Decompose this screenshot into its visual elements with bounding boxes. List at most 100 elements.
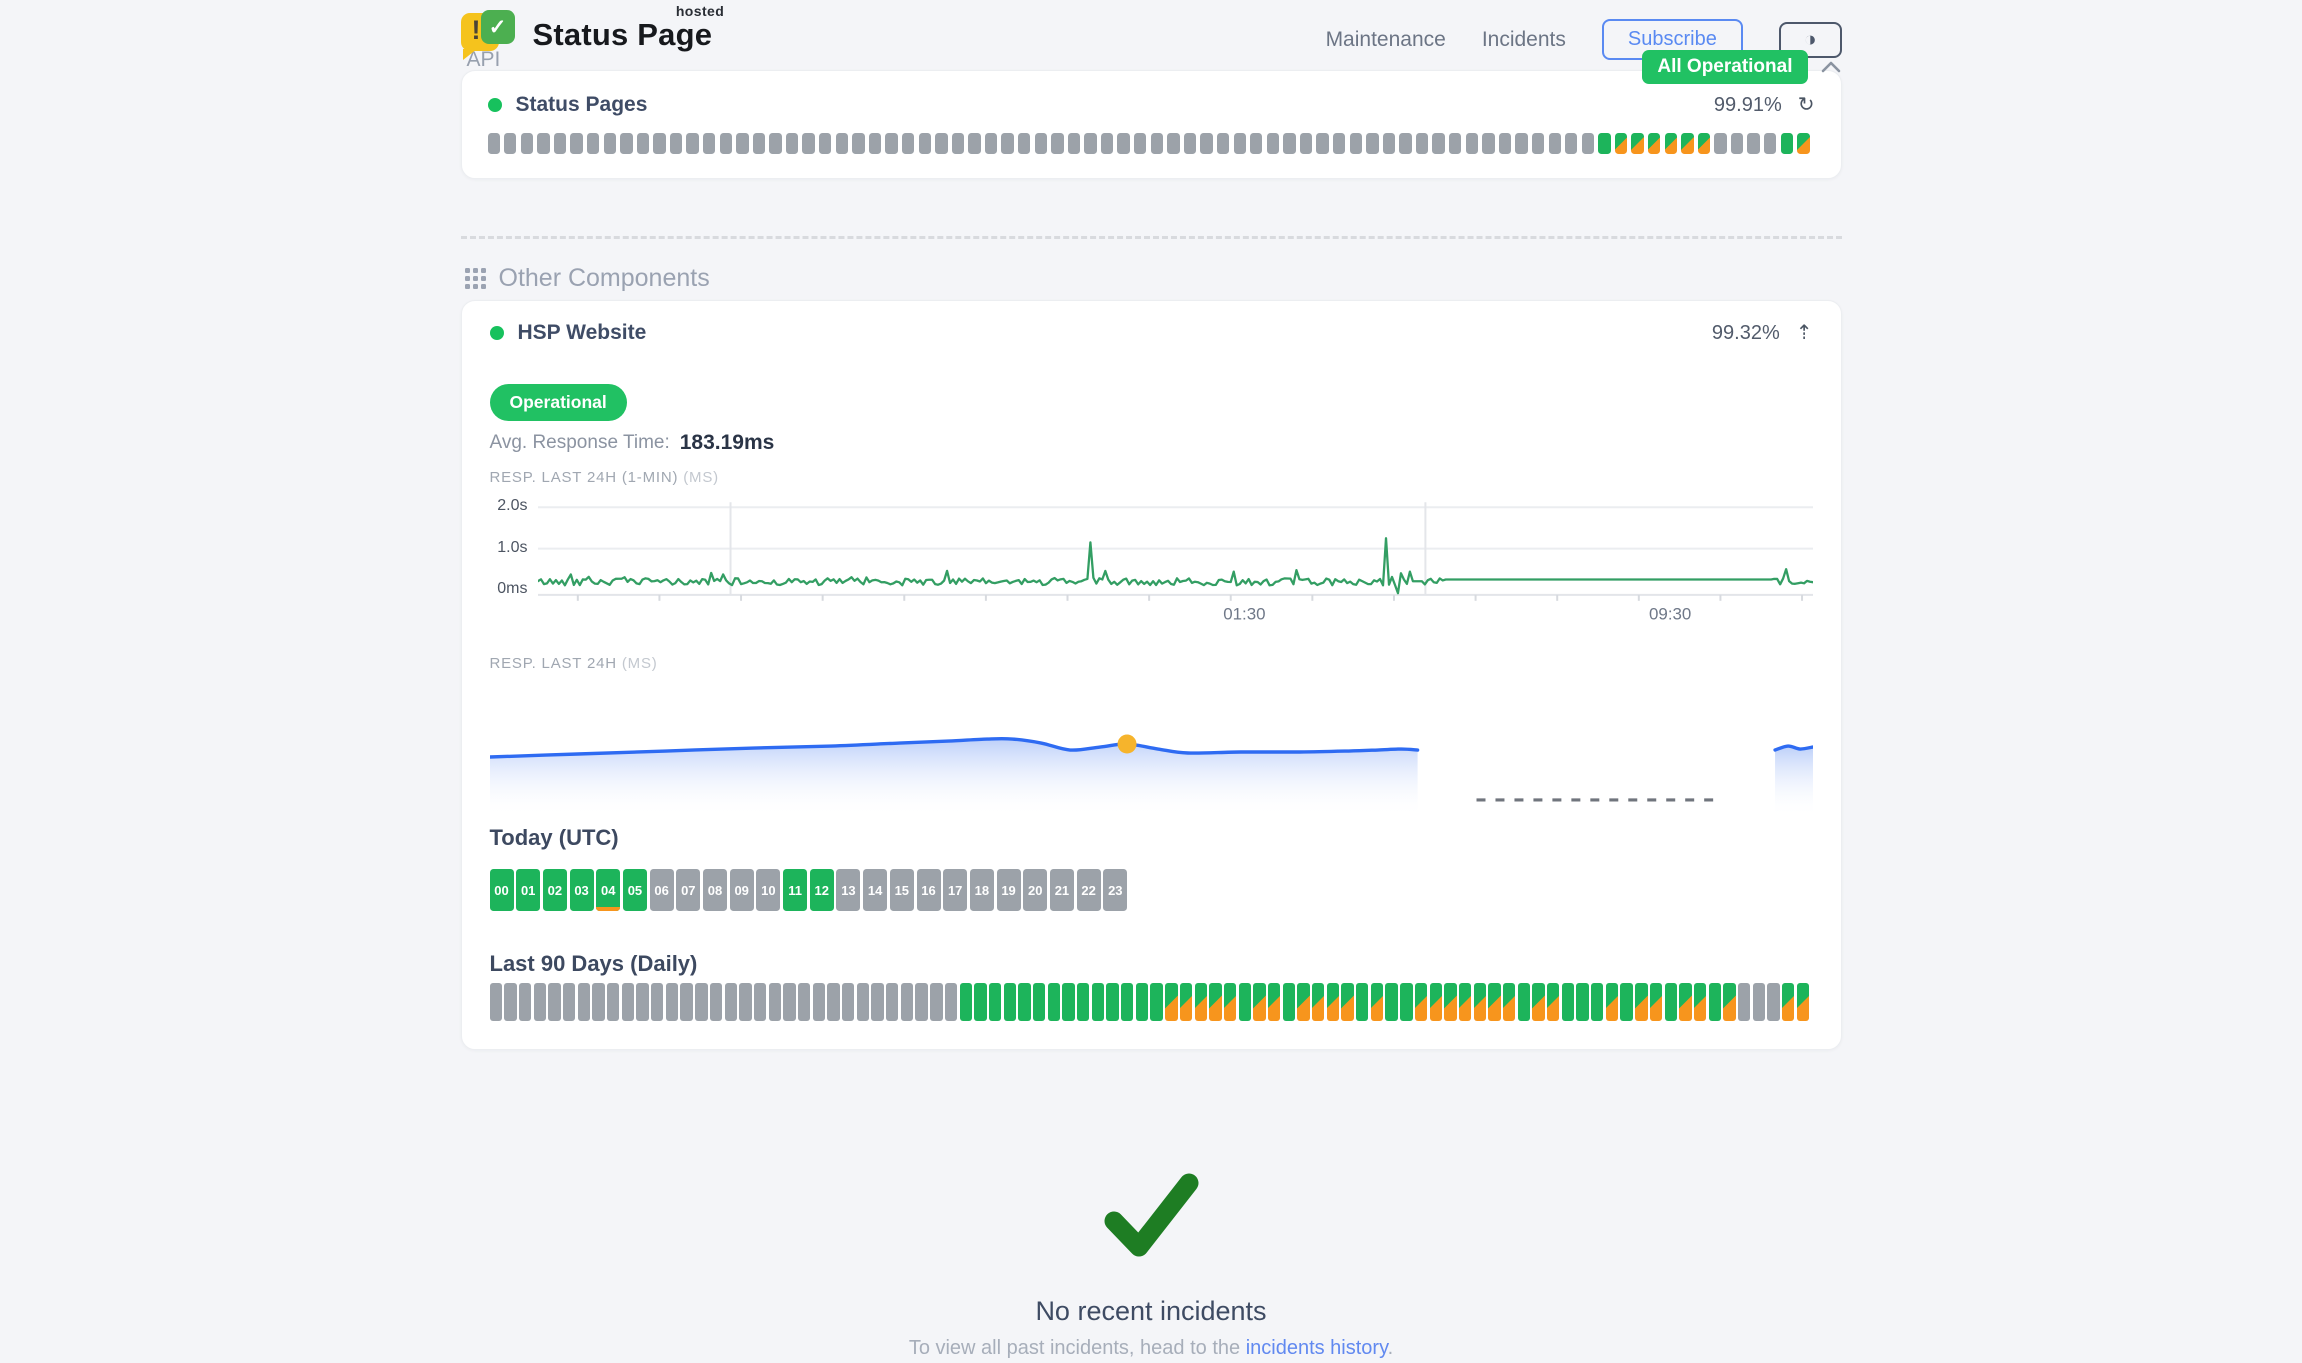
uptime-bar[interactable] — [1283, 133, 1295, 154]
uptime-bar[interactable] — [1239, 983, 1251, 1021]
hour-cell[interactable]: 21 — [1050, 869, 1074, 911]
uptime-bar[interactable] — [1224, 983, 1236, 1021]
uptime-bar[interactable] — [960, 983, 972, 1021]
uptime-bar[interactable] — [604, 133, 616, 154]
uptime-bar[interactable] — [1300, 133, 1312, 154]
uptime-bar[interactable] — [1101, 133, 1113, 154]
uptime-bar[interactable] — [622, 983, 634, 1021]
uptime-bar[interactable] — [578, 983, 590, 1021]
uptime-bar[interactable] — [488, 133, 500, 154]
brand-logo[interactable]: ! ✓ Status Page hosted — [461, 10, 713, 60]
uptime-bar[interactable] — [1062, 983, 1074, 1021]
uptime-bar[interactable] — [670, 133, 682, 154]
uptime-bar[interactable] — [703, 133, 715, 154]
uptime-bar[interactable] — [1503, 983, 1515, 1021]
uptime-bar[interactable] — [710, 983, 722, 1021]
uptime-bar[interactable] — [753, 133, 765, 154]
hour-cell[interactable]: 14 — [863, 869, 887, 911]
uptime-bar[interactable] — [769, 983, 781, 1021]
uptime-bar[interactable] — [1631, 133, 1643, 154]
uptime-bar[interactable] — [695, 983, 707, 1021]
uptime-bar[interactable] — [783, 983, 795, 1021]
uptime-bar[interactable] — [1576, 983, 1588, 1021]
hour-cell[interactable]: 02 — [543, 869, 567, 911]
uptime-bar[interactable] — [1738, 983, 1750, 1021]
hour-cell[interactable]: 16 — [917, 869, 941, 911]
uptime-bar[interactable] — [548, 983, 560, 1021]
uptime-bar[interactable] — [1606, 983, 1618, 1021]
uptime-bar[interactable] — [886, 983, 898, 1021]
uptime-bar[interactable] — [1018, 983, 1030, 1021]
uptime-bar[interactable] — [1598, 133, 1610, 154]
uptime-bar[interactable] — [1797, 133, 1809, 154]
uptime-bar[interactable] — [1648, 133, 1660, 154]
uptime-bar[interactable] — [607, 983, 619, 1021]
uptime-bar[interactable] — [1781, 133, 1793, 154]
uptime-bar[interactable] — [1136, 983, 1148, 1021]
hour-cell[interactable]: 10 — [756, 869, 780, 911]
nav-maintenance[interactable]: Maintenance — [1326, 28, 1446, 52]
uptime-bar[interactable] — [1681, 133, 1693, 154]
uptime-bar[interactable] — [1665, 133, 1677, 154]
response-chart-24h[interactable] — [490, 699, 1813, 817]
uptime-bar[interactable] — [1151, 133, 1163, 154]
refresh-icon[interactable]: ↻ — [1798, 95, 1815, 115]
collapse-arrow-icon[interactable]: ⇡ — [1796, 323, 1813, 343]
chart2-plot[interactable] — [490, 699, 1813, 817]
uptime-bar[interactable] — [1195, 983, 1207, 1021]
uptime-bar[interactable] — [537, 133, 549, 154]
uptime-bar[interactable] — [1432, 133, 1444, 154]
uptime-bar[interactable] — [1121, 983, 1133, 1021]
uptime-bar[interactable] — [1051, 133, 1063, 154]
hour-cell[interactable]: 17 — [943, 869, 967, 911]
uptime-bar[interactable] — [637, 133, 649, 154]
uptime-bar[interactable] — [519, 983, 531, 1021]
uptime-bar[interactable] — [1234, 133, 1246, 154]
uptime-bar[interactable] — [1371, 983, 1383, 1021]
uptime-bar[interactable] — [1184, 133, 1196, 154]
uptime-bar[interactable] — [1312, 983, 1324, 1021]
uptime-bar[interactable] — [1106, 983, 1118, 1021]
uptime-bar[interactable] — [1650, 983, 1662, 1021]
uptime-bar[interactable] — [1253, 983, 1265, 1021]
uptime-bar[interactable] — [1591, 983, 1603, 1021]
uptime-bar[interactable] — [1048, 983, 1060, 1021]
uptime-bar[interactable] — [587, 133, 599, 154]
hour-cell[interactable]: 01 — [516, 869, 540, 911]
uptime-bar[interactable] — [842, 983, 854, 1021]
uptime-bar[interactable] — [1532, 983, 1544, 1021]
uptime-bar[interactable] — [901, 983, 913, 1021]
uptime-bar[interactable] — [1515, 133, 1527, 154]
uptime-bar[interactable] — [919, 133, 931, 154]
uptime-bar[interactable] — [754, 983, 766, 1021]
uptime-bar[interactable] — [725, 983, 737, 1021]
uptime-bar[interactable] — [570, 133, 582, 154]
uptime-bar[interactable] — [902, 133, 914, 154]
hour-cell[interactable]: 03 — [570, 869, 594, 911]
uptime-bar[interactable] — [1267, 133, 1279, 154]
nav-incidents[interactable]: Incidents — [1482, 28, 1566, 52]
hour-cell[interactable]: 23 — [1103, 869, 1127, 911]
uptime-bar[interactable] — [819, 133, 831, 154]
uptime-bar[interactable] — [1068, 133, 1080, 154]
uptime-bar[interactable] — [836, 133, 848, 154]
uptime-bar[interactable] — [1150, 983, 1162, 1021]
uptime-bar[interactable] — [1499, 133, 1511, 154]
uptime-bar[interactable] — [1709, 983, 1721, 1021]
uptime-bar[interactable] — [1297, 983, 1309, 1021]
uptime-bar[interactable] — [1415, 983, 1427, 1021]
uptime-bar[interactable] — [930, 983, 942, 1021]
uptime-bar[interactable] — [1165, 983, 1177, 1021]
uptime-bar[interactable] — [857, 983, 869, 1021]
uptime-bar[interactable] — [1167, 133, 1179, 154]
uptime-bar[interactable] — [1180, 983, 1192, 1021]
uptime-bar[interactable] — [1316, 133, 1328, 154]
hour-cell[interactable]: 15 — [890, 869, 914, 911]
chevron-up-icon[interactable] — [1820, 60, 1842, 74]
uptime-bar[interactable] — [935, 133, 947, 154]
uptime-bar[interactable] — [1747, 133, 1759, 154]
hour-cell[interactable]: 20 — [1023, 869, 1047, 911]
uptime-bar[interactable] — [1117, 133, 1129, 154]
uptime-bar[interactable] — [504, 983, 516, 1021]
hour-cell[interactable]: 22 — [1077, 869, 1101, 911]
